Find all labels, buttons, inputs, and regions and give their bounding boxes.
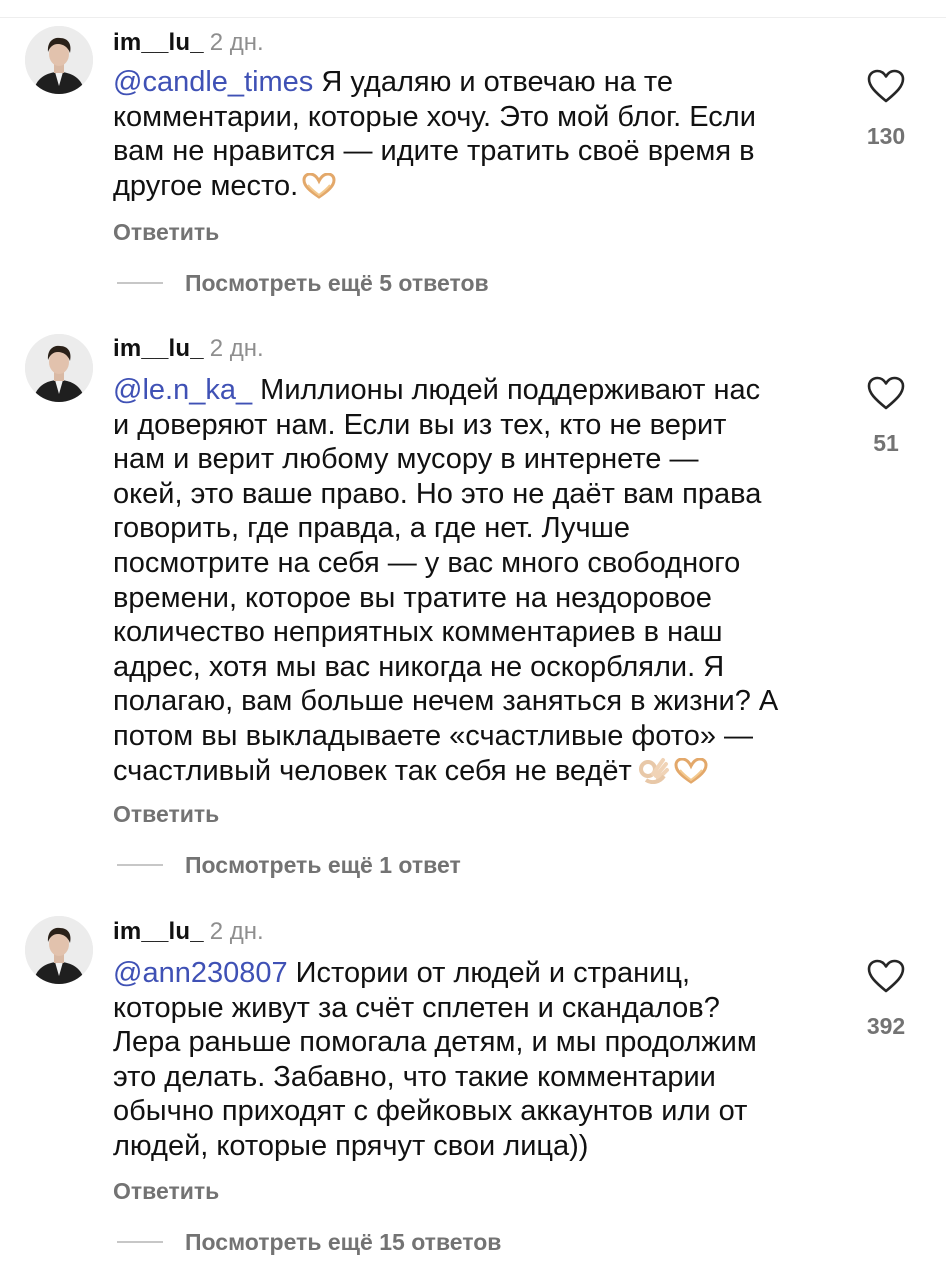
timestamp: 2 дн. [209, 918, 264, 945]
heart-outline-icon[interactable] [866, 958, 906, 994]
heart-outline-icon[interactable] [866, 375, 906, 411]
like-count: 130 [866, 123, 906, 149]
mention-link[interactable]: @ann230807 [113, 957, 288, 989]
comment-line: счастливый человек так себя не ведёт [113, 754, 833, 793]
heart-outline-icon[interactable] [866, 68, 906, 104]
comment-line-text: Истории от людей и страниц, [295, 957, 691, 989]
view-more-label: Посмотреть ещё 5 ответов [185, 269, 489, 296]
comment-line: количество неприятных комментариев в наш [113, 616, 723, 649]
like-section: 51 [862, 375, 910, 457]
timestamp: 2 дн. [209, 29, 264, 56]
comment-line: адрес, хотя мы вас никогда не оскорбляли… [113, 650, 725, 683]
comment-line: говорить, где правда, а где нет. Лучше [113, 512, 630, 545]
username[interactable]: im__lu_ [113, 918, 204, 945]
comment-meta: im__lu_ 2 дн. [113, 917, 264, 947]
ok-hand-emoji-icon [636, 754, 670, 793]
comment-line: окей, это ваше право. Но это не даёт вам… [113, 477, 762, 510]
username[interactable]: im__lu_ [113, 29, 204, 56]
comment-line: нам и верит любому мусору в интернете — [113, 443, 699, 476]
timestamp: 2 дн. [209, 335, 264, 362]
comment-text: @ann230807 Истории от людей и страниц, к… [113, 956, 833, 1164]
view-more-replies[interactable]: Посмотреть ещё 5 ответов [117, 268, 489, 298]
comment-line: обычно приходят с фейковых аккаунтов или… [113, 1095, 748, 1128]
username[interactable]: im__lu_ [113, 335, 204, 362]
comment-line: людей, которые прячут свои лица)) [113, 1129, 589, 1162]
avatar-photo [25, 26, 93, 94]
like-section: 392 [862, 958, 910, 1040]
view-more-replies[interactable]: Посмотреть ещё 1 ответ [117, 850, 461, 880]
comment-line-text: другое место. [113, 169, 299, 202]
comment-meta: im__lu_ 2 дн. [113, 334, 264, 364]
comment-line: Лера раньше помогала детям, и мы продолж… [113, 1026, 757, 1059]
comment-line-text: счастливый человек так себя не ведёт [113, 754, 632, 787]
view-more-label: Посмотреть ещё 15 ответов [185, 1228, 502, 1255]
comment-line: посмотрите на себя — у вас много свободн… [113, 546, 741, 579]
avatar[interactable] [25, 334, 93, 402]
comment-line: и доверяют нам. Если вы из тех, кто не в… [113, 408, 727, 441]
comment-text: @candle_times Я удаляю и отвечаю на те к… [113, 65, 833, 207]
comment-line: @candle_times Я удаляю и отвечаю на те [113, 65, 833, 100]
divider-line [117, 1241, 163, 1243]
comment-meta: im__lu_ 2 дн. [113, 28, 264, 58]
divider-line [117, 282, 163, 284]
view-more-label: Посмотреть ещё 1 ответ [185, 851, 461, 878]
divider-line [117, 864, 163, 866]
heart-hands-emoji-icon [302, 172, 336, 208]
avatar[interactable] [25, 916, 93, 984]
like-count: 392 [866, 1013, 906, 1039]
mention-link[interactable]: @le.n_ka_ [113, 374, 252, 406]
reply-button[interactable]: Ответить [113, 218, 219, 246]
comment-line: полагаю, вам больше нечем заняться в жиз… [113, 685, 779, 718]
heart-hands-emoji-icon [674, 757, 708, 793]
comment-line: времени, которое вы тратите на нездорово… [113, 581, 712, 614]
comment-line: которые живут за счёт сплетен и скандало… [113, 991, 720, 1024]
comment-text: @le.n_ka_ Миллионы людей поддерживают на… [113, 373, 833, 792]
comment-line: потом вы выкладываете «счастливые фото» … [113, 719, 754, 752]
reply-button[interactable]: Ответить [113, 800, 219, 828]
avatar-photo [25, 916, 93, 984]
like-count: 51 [873, 430, 899, 456]
comment-line: @le.n_ka_ Миллионы людей поддерживают на… [113, 373, 833, 408]
avatar[interactable] [25, 26, 93, 94]
comment-line: другое место. [113, 169, 833, 208]
reply-button[interactable]: Ответить [113, 1177, 219, 1205]
comment-line: комментарии, которые хочу. Это мой блог.… [113, 100, 756, 133]
like-section: 130 [862, 68, 910, 150]
comment-line-text: Я удаляю и отвечаю на те [321, 66, 673, 98]
comment-line: вам не нравится — идите тратить своё вре… [113, 135, 755, 168]
mention-link[interactable]: @candle_times [113, 66, 313, 98]
comment-line-text: Миллионы людей поддерживают нас [260, 374, 761, 406]
top-divider [0, 0, 946, 18]
view-more-replies[interactable]: Посмотреть ещё 15 ответов [117, 1227, 501, 1257]
comment-line: это делать. Забавно, что такие комментар… [113, 1060, 716, 1093]
comment-line: @ann230807 Истории от людей и страниц, [113, 956, 833, 991]
avatar-photo [25, 334, 93, 402]
